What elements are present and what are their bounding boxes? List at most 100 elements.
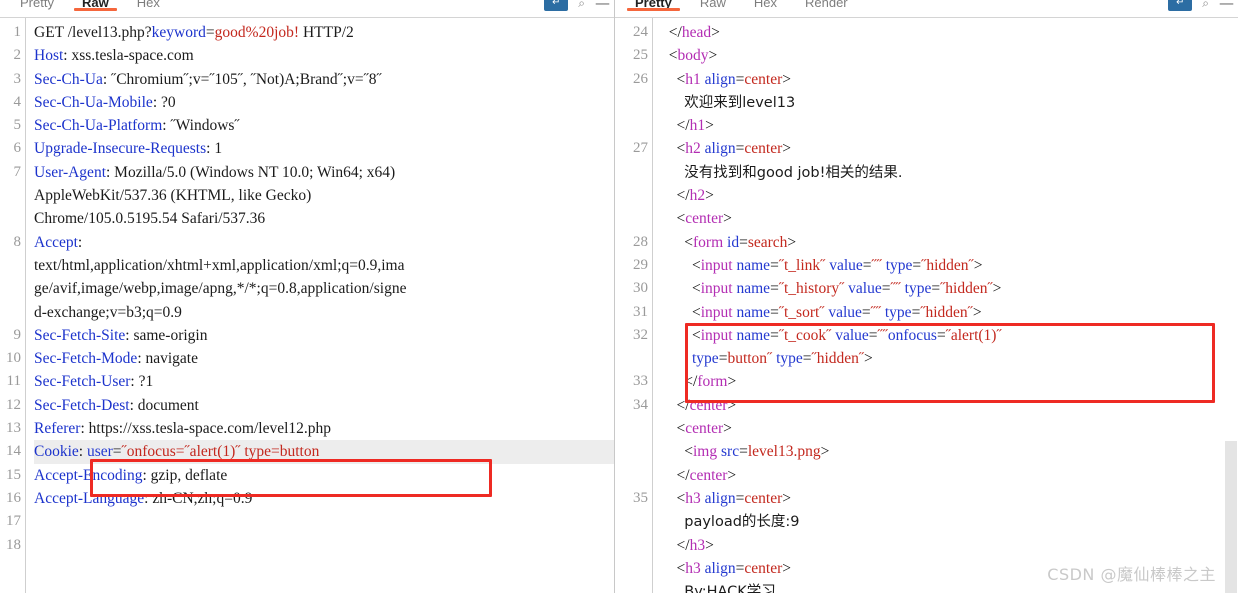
- response-token: >: [723, 210, 732, 228]
- response-token: [661, 24, 669, 41]
- minimize-icon[interactable]: —: [595, 0, 610, 11]
- response-code-area[interactable]: 24 25 26 27 28 29 30 31 32 33 34 35 </head> <body> …: [615, 18, 1238, 593]
- request-token: ˝onfocus=˝alert(1)˝ type=button: [121, 443, 320, 461]
- response-code-line: <input name=˝t_history˝ value=˝˝ type=˝h…: [661, 277, 1238, 300]
- send-arrow-icon[interactable]: ↵: [544, 0, 569, 11]
- response-token: </: [676, 466, 690, 484]
- response-token: </: [684, 373, 698, 391]
- response-token: <: [676, 210, 686, 228]
- request-token: good%20job!: [214, 24, 300, 41]
- response-code-line: <img src=level13.png>: [661, 440, 1238, 463]
- response-token: align: [704, 140, 736, 158]
- request-token: : ?0: [152, 93, 176, 111]
- response-token: >: [782, 489, 791, 507]
- response-token: [661, 467, 677, 484]
- request-token: keyword: [151, 24, 206, 41]
- response-code-line: type=button˝ type=˝hidden˝>: [661, 347, 1238, 370]
- response-line-number: [615, 464, 648, 487]
- response-line-number: 28: [633, 233, 648, 250]
- search-icon[interactable]: ⌕: [578, 0, 585, 9]
- response-line-number: [615, 580, 648, 593]
- request-token: Sec-Fetch-Dest: [34, 396, 130, 414]
- response-tab-hex[interactable]: Hex: [740, 0, 791, 12]
- minimize-icon[interactable]: —: [1219, 0, 1234, 11]
- request-tab-pretty[interactable]: Pretty: [6, 0, 68, 12]
- search-icon[interactable]: ⌕: [1202, 0, 1209, 9]
- response-tab-raw[interactable]: Raw: [686, 0, 740, 12]
- response-line-number: [615, 440, 648, 463]
- response-token: src: [721, 443, 740, 461]
- request-line-number: 9: [13, 326, 22, 343]
- response-token: center: [744, 559, 783, 577]
- scrollbar-thumb[interactable]: [1225, 441, 1237, 593]
- request-code-line: ge/avif,image/webp,image/apng,*/*;q=0.8,…: [34, 277, 614, 300]
- response-line-number: 30: [633, 280, 648, 297]
- response-code-line: </h1>: [661, 114, 1238, 137]
- request-code-line: Sec-Fetch-Mode: navigate: [34, 347, 614, 370]
- request-code-line: Sec-Fetch-Site: same-origin: [34, 324, 614, 347]
- response-line-number: [615, 114, 648, 137]
- response-token: >: [723, 420, 732, 438]
- request-token: Sec-Fetch-User: [34, 373, 131, 391]
- response-token: [661, 280, 692, 297]
- response-token: >: [782, 559, 791, 577]
- request-token: Referer: [34, 420, 81, 438]
- response-token: type: [904, 280, 932, 298]
- response-token: =: [770, 280, 779, 298]
- request-code-line: User-Agent: Mozilla/5.0 (Windows NT 10.0…: [34, 161, 614, 184]
- response-token: =: [770, 303, 779, 321]
- response-token: </: [676, 396, 690, 414]
- response-tab-render[interactable]: Render: [791, 0, 862, 12]
- request-token: GET /level13.php?: [34, 24, 152, 41]
- response-token: center: [689, 396, 728, 414]
- response-line-number: 33: [633, 373, 648, 390]
- request-token: : navigate: [137, 350, 198, 368]
- response-token: [661, 443, 684, 460]
- request-token: AppleWebKit/537.36 (KHTML, like Gecko): [34, 187, 312, 205]
- response-body[interactable]: </head> <body> <h1 align=center> 欢迎来到lev…: [653, 18, 1238, 593]
- response-token: >: [705, 117, 714, 135]
- response-line-number: 24: [633, 24, 648, 40]
- request-token: :: [78, 443, 87, 461]
- response-token: h3: [689, 536, 706, 554]
- response-token: =: [861, 303, 871, 321]
- request-line-number: 16: [6, 489, 21, 506]
- response-token: [661, 94, 684, 111]
- request-line-number: 4: [13, 93, 22, 110]
- request-line-number: [0, 207, 21, 230]
- request-token: Sec-Fetch-Site: [34, 326, 126, 344]
- response-token: >: [782, 140, 791, 158]
- request-token: Sec-Fetch-Mode: [34, 350, 138, 368]
- request-code-area[interactable]: 1 2 3 4 5 6 7 8 9 10 11 12 13 14 15 16 17 18 GET /level13…: [0, 18, 614, 593]
- response-token: >: [705, 187, 714, 205]
- request-token: Accept: [34, 233, 78, 251]
- response-line-number: 32: [633, 326, 648, 343]
- request-token: : ˝Chromium˝;v=˝105˝, ˝Not)A;Brand˝;v=˝8…: [102, 70, 382, 88]
- response-token: align: [704, 559, 736, 577]
- response-line-number: [615, 417, 648, 440]
- response-token: [661, 117, 677, 134]
- response-token: ˝t_cook˝: [778, 326, 832, 344]
- response-line-number: 25: [633, 47, 648, 64]
- send-arrow-icon[interactable]: ↵: [1168, 0, 1193, 11]
- request-code-line: Referer: https://xss.tesla-space.com/lev…: [34, 417, 614, 440]
- response-token: value: [835, 326, 869, 344]
- response-token: h3: [685, 559, 705, 577]
- request-token: Chrome/105.0.5195.54 Safari/537.36: [34, 210, 266, 228]
- request-tabstrip: Pretty Raw Hex ↵ ⌕ —: [0, 0, 614, 18]
- response-token: =: [739, 443, 748, 461]
- response-tab-pretty[interactable]: Pretty: [621, 0, 686, 12]
- response-token: 没有找到和good job!相关的结果.: [684, 164, 903, 181]
- response-token: [661, 257, 692, 274]
- response-token: input: [700, 326, 737, 344]
- request-token: User-Agent: [34, 163, 106, 181]
- request-token: : document: [129, 396, 199, 414]
- request-body[interactable]: GET /level13.php?keyword=good%20job! HTT…: [26, 18, 614, 593]
- request-tab-raw[interactable]: Raw: [68, 0, 123, 12]
- response-token: >: [708, 47, 718, 65]
- request-token: Accept-Encoding: [34, 466, 143, 484]
- response-token: >: [973, 256, 983, 274]
- request-tab-hex[interactable]: Hex: [123, 0, 174, 12]
- response-vertical-scrollbar[interactable]: [1224, 36, 1238, 593]
- response-token: h2: [685, 140, 705, 158]
